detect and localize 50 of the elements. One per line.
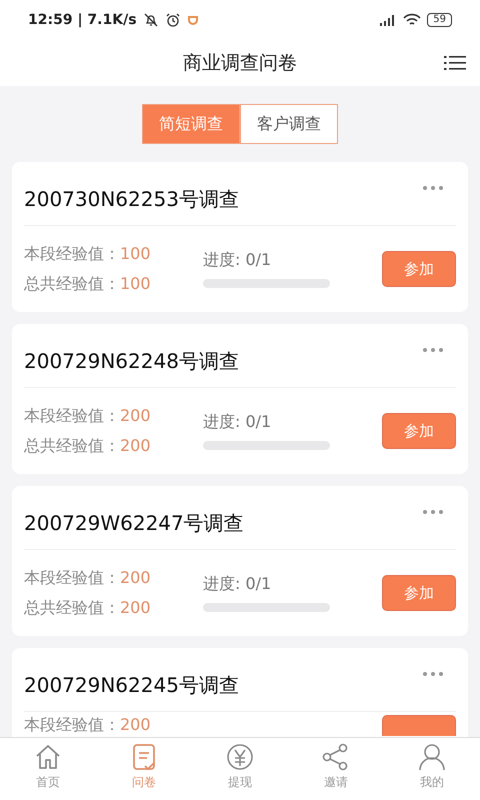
battery-indicator: 59: [427, 13, 452, 27]
join-button[interactable]: 参加: [382, 575, 456, 611]
tab-item[interactable]: 提现: [192, 738, 288, 800]
more-icon[interactable]: [422, 509, 444, 515]
progress-label: 进度: 0/1: [203, 250, 272, 271]
tab-label: 首页: [36, 774, 60, 791]
stat-label: 总共经验值：: [24, 598, 120, 616]
survey-title: 200729N62248号调查: [24, 348, 239, 375]
stat-value: 200: [120, 568, 151, 586]
more-icon[interactable]: [422, 185, 444, 191]
tab-item[interactable]: 邀请: [288, 738, 384, 800]
stat-value: 200: [120, 406, 151, 424]
status-time: 12:59 | 7.1K/s: [28, 12, 137, 28]
survey-title: 200730N62253号调查: [24, 186, 239, 213]
progress-label: 进度: 0/1: [203, 412, 272, 433]
survey-title: 200729W62247号调查: [24, 510, 244, 537]
app-notification-icon: [186, 14, 199, 26]
stat-value: 200: [120, 715, 151, 734]
more-icon[interactable]: [422, 347, 444, 353]
tab-item[interactable]: 我的: [384, 738, 480, 800]
stat-label: 本段经验值：: [24, 244, 120, 262]
stat-label: 本段经验值：: [24, 715, 120, 734]
stat-label: 总共经验值：: [24, 274, 120, 292]
tab-label: 提现: [228, 774, 252, 791]
stat-value: 200: [120, 436, 151, 454]
yen-coin-icon: [225, 742, 255, 772]
menu-icon[interactable]: [444, 54, 466, 72]
tab-label: 问卷: [132, 774, 156, 791]
stat-value: 200: [120, 598, 151, 616]
tab-item[interactable]: 首页: [0, 738, 96, 800]
page-title: 商业调查问卷: [183, 51, 297, 76]
alarm-icon: [164, 12, 181, 28]
more-icon[interactable]: [422, 671, 444, 677]
stat-value: 100: [120, 244, 151, 262]
person-icon: [417, 742, 447, 772]
join-button[interactable]: 参加: [382, 251, 456, 287]
tab-label: 邀请: [324, 774, 348, 791]
stat-label: 总共经验值：: [24, 436, 120, 454]
segment-tab[interactable]: 简短调查: [142, 104, 240, 144]
join-button[interactable]: 参加: [382, 413, 456, 449]
bell-off-icon: [142, 12, 159, 28]
segment-tab[interactable]: 客户调查: [240, 104, 338, 144]
stat-value: 100: [120, 274, 151, 292]
tab-label: 我的: [420, 774, 444, 791]
stat-label: 本段经验值：: [24, 568, 120, 586]
wifi-icon: [403, 13, 422, 27]
survey-title: 200729N62245号调查: [24, 672, 239, 699]
stat-label: 本段经验值：: [24, 406, 120, 424]
tab-item[interactable]: 问卷: [96, 738, 192, 800]
progress-label: 进度: 0/1: [203, 574, 272, 595]
